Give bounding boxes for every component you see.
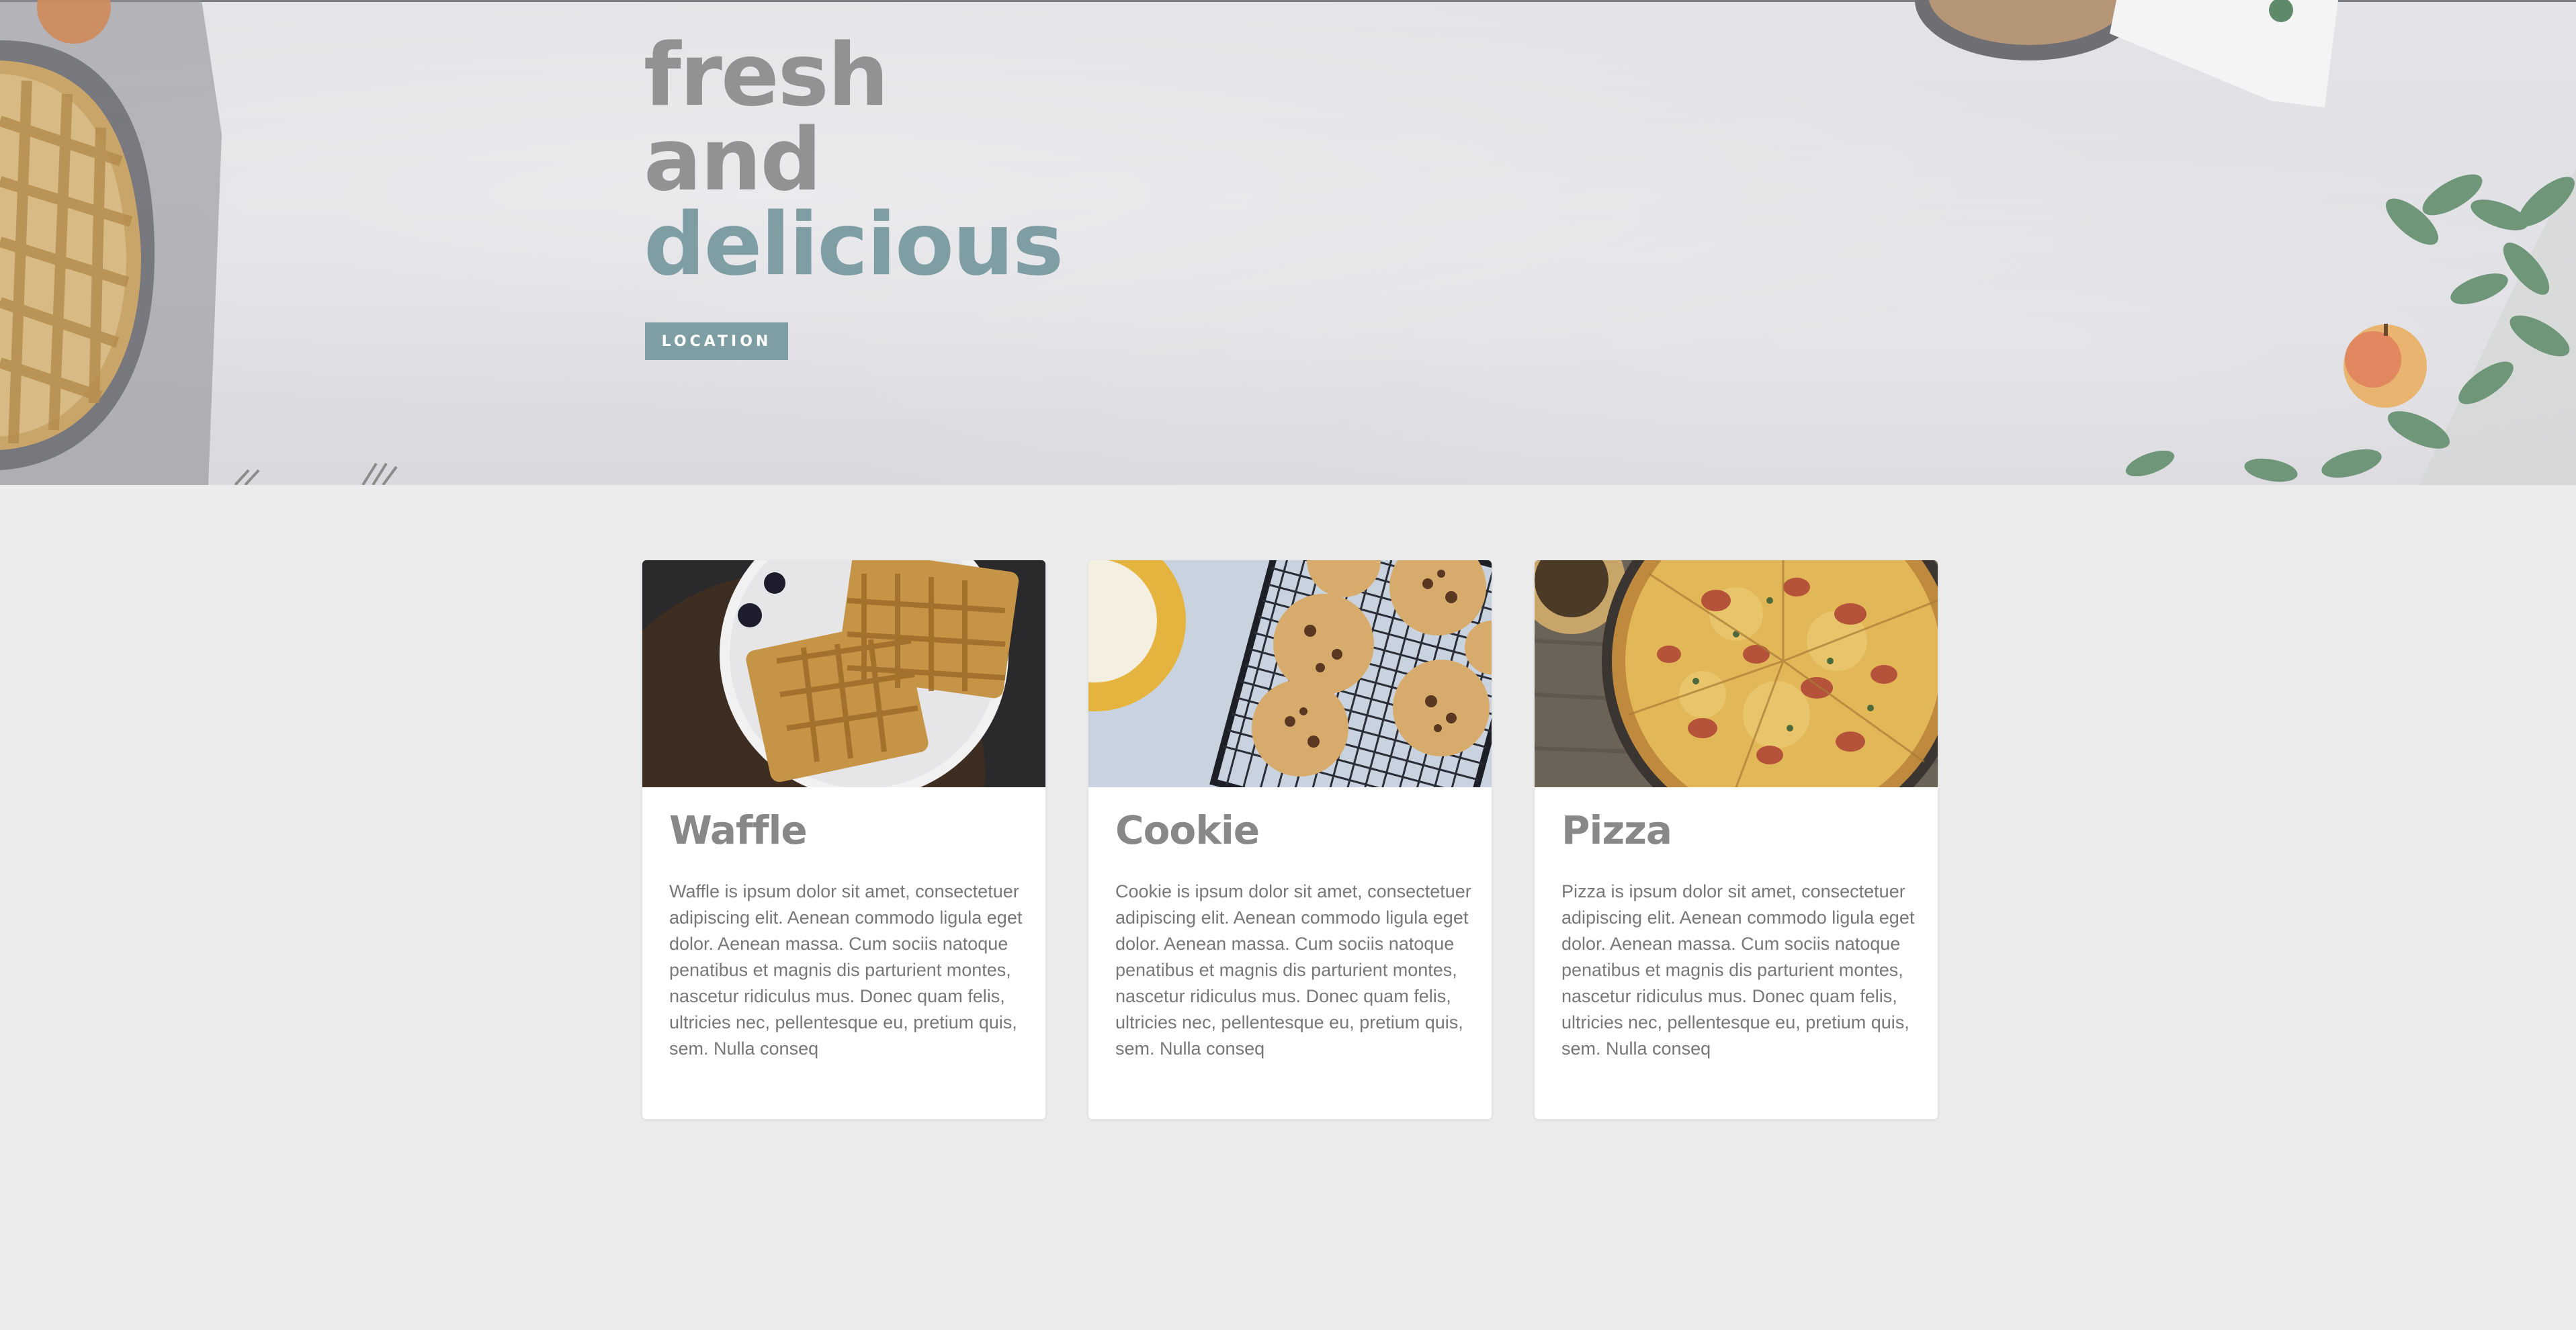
location-button[interactable]: LOCATION <box>645 322 788 360</box>
headline-line-fresh: fresh <box>644 26 889 126</box>
foliage-decoration <box>2125 168 2576 485</box>
cookie-photo-icon <box>1088 560 1492 787</box>
hero-headline: fresh and delicious <box>644 26 1064 295</box>
waffle-photo-icon <box>642 560 1045 787</box>
card-waffle: Waffle Waffle is ipsum dolor sit amet, c… <box>642 560 1045 1119</box>
card-title: Pizza <box>1561 807 1672 853</box>
card-description: Waffle is ipsum dolor sit amet, consecte… <box>669 881 1023 1059</box>
headline-line-delicious: delicious <box>644 195 1064 295</box>
headline-line-and: and <box>644 110 822 210</box>
food-cards: Waffle Waffle is ipsum dolor sit amet, c… <box>642 560 1939 1119</box>
card-description: Pizza is ipsum dolor sit amet, consectet… <box>1561 881 1915 1059</box>
card-description: Cookie is ipsum dolor sit amet, consecte… <box>1115 881 1471 1059</box>
card-title: Cookie <box>1115 807 1260 853</box>
hero-background-photo <box>0 0 2576 485</box>
card-title: Waffle <box>669 807 808 853</box>
hero-banner: fresh and delicious LOCATION <box>0 0 2576 485</box>
pie-dish-decoration <box>0 0 398 485</box>
pizza-photo-icon <box>1535 560 1938 787</box>
card-cookie: Cookie Cookie is ipsum dolor sit amet, c… <box>1088 560 1492 1119</box>
card-pizza: Pizza Pizza is ipsum dolor sit amet, con… <box>1535 560 1938 1119</box>
plate-decoration <box>1915 0 2338 107</box>
